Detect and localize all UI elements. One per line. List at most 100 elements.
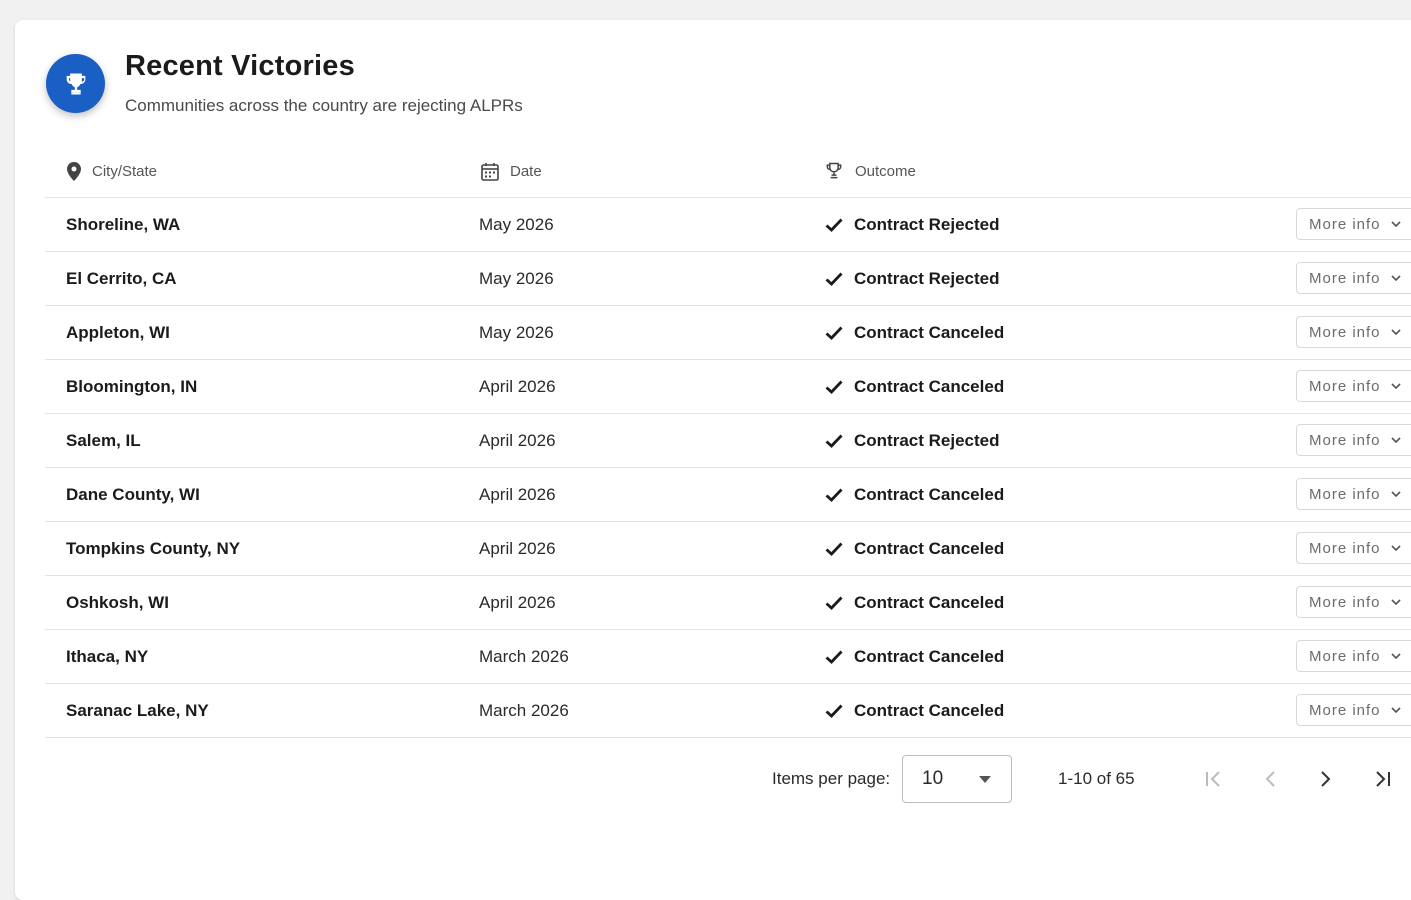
table-row: Saranac Lake, NY March 2026 Contract Cance… [45,684,1411,738]
items-per-page-select[interactable]: 10 [902,755,1012,803]
chevron-right-icon [1321,771,1331,787]
cell-city: Oshkosh, WI [66,592,169,612]
cell-city: Tompkins County, NY [66,538,241,558]
trophy-badge [46,54,105,113]
column-header-outcome: Outcome [824,145,916,197]
cell-city: El Cerrito, CA [66,268,177,288]
pagination-range: 1-10 of 65 [1058,769,1135,788]
chevron-down-icon [1390,383,1401,389]
column-header-label: Outcome [855,162,916,180]
column-header-label: City/State [92,162,158,180]
chevron-down-icon [1390,221,1401,227]
cell-date: April 2026 [479,592,556,612]
cell-date: April 2026 [479,538,556,558]
trophy-icon [66,73,85,94]
chevron-down-icon [1390,491,1401,497]
cell-date: March 2026 [479,646,569,666]
cell-city: Dane County, WI [66,484,200,504]
more-info-label: More info [1309,431,1381,449]
cell-city: Bloomington, IN [66,376,198,396]
table-row: Tompkins County, NY April 2026 Contract Ca… [45,522,1411,576]
last-page-button[interactable] [1368,765,1396,793]
victories-table: City/State Date Outcome Shoreline, WA Ma… [45,145,1411,738]
cell-outcome: Contract Rejected [825,252,999,305]
more-info-button[interactable]: More info [1296,532,1411,564]
outcome-label: Contract Canceled [854,646,1005,666]
cell-outcome: Contract Canceled [825,576,1004,629]
more-info-label: More info [1309,377,1381,395]
more-info-button[interactable]: More info [1296,478,1411,510]
more-info-button[interactable]: More info [1296,316,1411,348]
more-info-button[interactable]: More info [1296,640,1411,672]
table-row: Shoreline, WA May 2026 Contract Rejected Mo… [45,198,1411,252]
location-pin-icon [67,161,81,181]
cell-city: Salem, IL [66,430,141,450]
cell-date: April 2026 [479,484,556,504]
more-info-button[interactable]: More info [1296,370,1411,402]
cell-date: May 2026 [479,214,554,234]
more-info-label: More info [1309,215,1381,233]
more-info-label: More info [1309,269,1381,287]
cell-city: Shoreline, WA [66,214,181,234]
more-info-button[interactable]: More info [1296,424,1411,456]
checkmark-icon [825,650,843,664]
page-subtitle: Communities across the country are rejec… [125,96,523,115]
cell-date: April 2026 [479,376,556,396]
cell-outcome: Contract Canceled [825,684,1004,737]
more-info-label: More info [1309,593,1381,611]
first-page-icon [1206,771,1220,787]
column-header-label: Date [510,162,542,180]
checkmark-icon [825,542,843,556]
cell-date: March 2026 [479,700,569,720]
more-info-label: More info [1309,485,1381,503]
dropdown-caret-icon [979,776,991,783]
checkmark-icon [825,326,843,340]
more-info-button[interactable]: More info [1296,208,1411,240]
chevron-down-icon [1390,329,1401,335]
cell-city: Appleton, WI [66,322,170,342]
trophy-outline-icon [826,162,842,179]
items-per-page-value: 10 [922,768,944,789]
table-row: Bloomington, IN April 2026 Contract Cancel… [45,360,1411,414]
column-header-city: City/State [67,145,157,197]
previous-page-button[interactable] [1256,765,1284,793]
calendar-icon [481,162,499,181]
next-page-button[interactable] [1312,765,1340,793]
more-info-label: More info [1309,647,1381,665]
last-page-icon [1376,771,1390,787]
checkmark-icon [825,218,843,232]
outcome-label: Contract Canceled [854,484,1005,504]
first-page-button[interactable] [1200,765,1228,793]
column-header-date: Date [481,145,542,197]
page-title: Recent Victories [125,50,355,82]
more-info-label: More info [1309,539,1381,557]
chevron-down-icon [1390,275,1401,281]
checkmark-icon [825,272,843,286]
more-info-button[interactable]: More info [1296,694,1411,726]
cell-date: April 2026 [479,430,556,450]
outcome-label: Contract Rejected [854,214,1000,234]
cell-city: Ithaca, NY [66,646,149,666]
more-info-button[interactable]: More info [1296,586,1411,618]
checkmark-icon [825,434,843,448]
cell-date: May 2026 [479,268,554,288]
table-row: Dane County, WI April 2026 Contract Cancel… [45,468,1411,522]
outcome-label: Contract Canceled [854,538,1005,558]
more-info-label: More info [1309,701,1381,719]
cell-outcome: Contract Canceled [825,468,1004,521]
more-info-label: More info [1309,323,1381,341]
more-info-button[interactable]: More info [1296,262,1411,294]
table-body: Shoreline, WA May 2026 Contract Rejected Mo… [45,198,1411,738]
outcome-label: Contract Rejected [854,268,1000,288]
chevron-down-icon [1390,545,1401,551]
pagination: Items per page: 10 1-10 of 65 [0,755,1411,805]
table-row: Oshkosh, WI April 2026 Contract Canceled Mo… [45,576,1411,630]
table-row: El Cerrito, CA May 2026 Contract Rejected M… [45,252,1411,306]
checkmark-icon [825,596,843,610]
chevron-down-icon [1390,437,1401,443]
cell-date: May 2026 [479,322,554,342]
cell-outcome: Contract Rejected [825,198,999,251]
chevron-down-icon [1390,599,1401,605]
cell-outcome: Contract Canceled [825,360,1004,413]
cell-outcome: Contract Canceled [825,306,1004,359]
